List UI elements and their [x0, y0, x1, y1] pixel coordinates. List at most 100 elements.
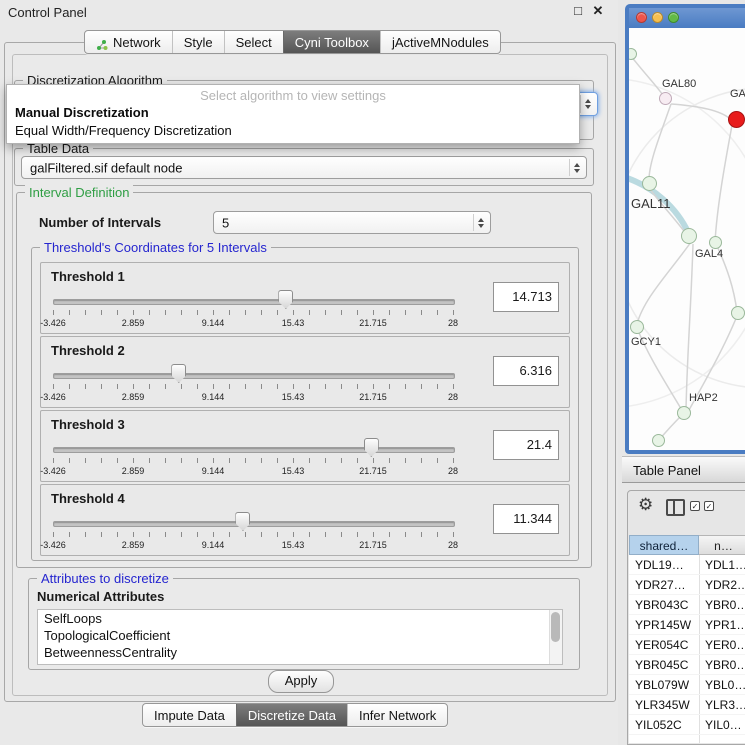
tick-label: 9.144 — [202, 540, 225, 550]
checkbox-icon[interactable]: ✓ — [690, 501, 700, 511]
tab-network-label: Network — [113, 32, 161, 53]
tick-label: 28 — [448, 540, 458, 550]
column-header-name[interactable]: n… — [699, 535, 745, 555]
table-data-select[interactable]: galFiltered.sif default node — [21, 156, 587, 179]
threshold-3-value-field[interactable]: 21.4 — [493, 430, 559, 460]
table-row[interactable]: YBR043CYBR0… — [629, 595, 745, 615]
network-canvas[interactable]: GAL80 GA GAL11 GAL4 GCY1 HAP2 — [629, 28, 745, 450]
threshold-3-slider[interactable]: -3.426 2.859 9.144 15.43 21.715 28 — [53, 437, 454, 479]
threshold-4-value-field[interactable]: 11.344 — [493, 504, 559, 534]
table-rows: YDL19…YDL1… YDR27…YDR2… YBR043CYBR0… YPR… — [629, 555, 745, 743]
slider-track[interactable] — [53, 299, 455, 305]
tab-infer-network[interactable]: Infer Network — [347, 704, 447, 726]
table-row[interactable]: YBR045CYBR0… — [629, 655, 745, 675]
network-node-gal80[interactable] — [659, 92, 672, 105]
network-icon — [96, 36, 108, 48]
table-row[interactable]: YDL19…YDL1… — [629, 555, 745, 575]
node-label-ga: GA — [730, 88, 745, 100]
network-node-selected-red[interactable] — [728, 111, 745, 128]
tab-style[interactable]: Style — [172, 31, 224, 53]
table-row[interactable]: YDR27…YDR2… — [629, 575, 745, 595]
tab-network[interactable]: Network — [85, 31, 172, 53]
slider-track[interactable] — [53, 373, 455, 379]
list-item-betweennesscentrality[interactable]: BetweennessCentrality — [38, 644, 562, 661]
tick-label: 21.715 — [359, 466, 387, 476]
threshold-4-slider[interactable]: -3.426 2.859 9.144 15.43 21.715 28 — [53, 511, 454, 553]
minimize-traffic-light-icon[interactable] — [652, 12, 663, 23]
network-node-gal4[interactable] — [681, 228, 697, 244]
tick-label: 2.859 — [122, 466, 145, 476]
tick-label: -3.426 — [40, 392, 66, 402]
threshold-2-value-field[interactable]: 6.316 — [493, 356, 559, 386]
interval-definition-group-title: Interval Definition — [25, 185, 133, 200]
tab-cyni-toolbox[interactable]: Cyni Toolbox — [283, 31, 380, 53]
slider-thumb[interactable] — [171, 364, 186, 383]
slider-ticks — [53, 532, 454, 537]
number-of-intervals-value: 5 — [222, 215, 229, 230]
tab-impute-data[interactable]: Impute Data — [143, 704, 236, 726]
tick-label: 21.715 — [359, 392, 387, 402]
tick-label: 2.859 — [122, 318, 145, 328]
control-panel-title: Control Panel — [8, 5, 87, 20]
columns-icon[interactable] — [666, 499, 685, 516]
threshold-2-slider[interactable]: -3.426 2.859 9.144 15.43 21.715 28 — [53, 363, 454, 405]
threshold-1-label: Threshold 1 — [51, 269, 125, 284]
slider-track[interactable] — [53, 447, 455, 453]
network-node-gal11[interactable] — [642, 176, 657, 191]
slider-thumb[interactable] — [278, 290, 293, 309]
table-data-group: Table Data galFiltered.sif default node — [14, 148, 594, 186]
threshold-1-value-field[interactable]: 14.713 — [493, 282, 559, 312]
attributes-group-title: Attributes to discretize — [37, 571, 173, 586]
dropdown-option-manual-discretization[interactable]: Manual Discretization — [15, 105, 149, 120]
table-panel-title: Table Panel — [633, 463, 701, 478]
column-header-shared-name[interactable]: shared… — [629, 535, 699, 555]
node-label-gal11: GAL11 — [631, 196, 671, 211]
combo-arrows-icon — [569, 159, 584, 176]
network-window-titlebar[interactable] — [629, 8, 745, 28]
tick-label: 15.43 — [282, 540, 305, 550]
table-panel: ⚙ ✓ ✓ shared… n… YDL19…YDL1… YDR27…YDR2…… — [627, 490, 745, 745]
scrollbar-thumb[interactable] — [551, 612, 560, 642]
node-label-hap2: HAP2 — [689, 392, 718, 404]
table-row[interactable]: YLR345WYLR3… — [629, 695, 745, 715]
network-node-gcy1[interactable] — [630, 320, 644, 334]
slider-scale: -3.426 2.859 9.144 15.43 21.715 28 — [53, 540, 453, 551]
table-row[interactable]: YER054CYER0… — [629, 635, 745, 655]
zoom-traffic-light-icon[interactable] — [668, 12, 679, 23]
number-of-intervals-label: Number of Intervals — [39, 215, 161, 230]
numerical-attributes-list: SelfLoops TopologicalCoefficient Between… — [37, 609, 563, 665]
close-icon[interactable]: ✕ — [590, 3, 606, 19]
table-row[interactable]: YPR145WYPR1… — [629, 615, 745, 635]
screen: Control Panel □ ✕ Network Style Select C… — [0, 0, 745, 745]
list-item-topologicalcoefficient[interactable]: TopologicalCoefficient — [38, 627, 562, 644]
tab-discretize-data[interactable]: Discretize Data — [236, 704, 347, 726]
network-node[interactable] — [731, 306, 745, 320]
table-row[interactable]: YIL052CYIL0… — [629, 715, 745, 735]
slider-ticks — [53, 384, 454, 389]
threshold-1-slider[interactable]: -3.426 2.859 9.144 15.43 21.715 28 — [53, 289, 454, 331]
tick-label: 21.715 — [359, 540, 387, 550]
threshold-coordinates-group-title: Threshold's Coordinates for 5 Intervals — [40, 240, 271, 255]
list-item-selfloops[interactable]: SelfLoops — [38, 610, 562, 627]
slider-track[interactable] — [53, 521, 455, 527]
threshold-4-panel: Threshold 4 -3.426 2.859 9.144 15.43 21.… — [40, 484, 570, 556]
tab-jactivemnodules[interactable]: jActiveMNodules — [380, 31, 500, 53]
tick-label: 9.144 — [202, 466, 225, 476]
apply-button[interactable]: Apply — [268, 670, 334, 693]
control-panel-tabbar: Network Style Select Cyni Toolbox jActiv… — [84, 30, 501, 54]
slider-thumb[interactable] — [364, 438, 379, 457]
threshold-2-label: Threshold 2 — [51, 343, 125, 358]
network-node-hap2[interactable] — [677, 406, 691, 420]
network-node[interactable] — [652, 434, 665, 447]
checkbox-icon[interactable]: ✓ — [704, 501, 714, 511]
gear-icon[interactable]: ⚙ — [638, 496, 653, 514]
attributes-list-scrollbar[interactable] — [549, 610, 562, 664]
dropdown-option-equal-width-frequency[interactable]: Equal Width/Frequency Discretization — [15, 123, 232, 138]
float-window-icon[interactable]: □ — [570, 3, 586, 19]
slider-thumb[interactable] — [235, 512, 250, 531]
table-row[interactable]: YBL079WYBL0… — [629, 675, 745, 695]
number-of-intervals-select[interactable]: 5 — [213, 211, 491, 234]
tab-select[interactable]: Select — [224, 31, 283, 53]
close-traffic-light-icon[interactable] — [636, 12, 647, 23]
attributes-group: Attributes to discretize Numerical Attri… — [28, 578, 580, 670]
